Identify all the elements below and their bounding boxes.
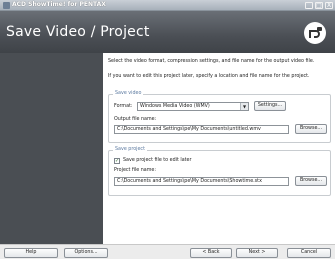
chevron-down-icon[interactable]: ▼ (240, 103, 248, 110)
maximize-button[interactable]: □ (315, 2, 323, 9)
save-video-legend: Save video (113, 91, 144, 96)
save-project-checkbox[interactable]: ✓ (114, 158, 120, 164)
intro-text-1: Select the video format, compression set… (108, 59, 315, 64)
minimize-button[interactable]: _ (305, 2, 313, 9)
format-select[interactable]: Windows Media Video (WMV) ▼ (137, 102, 249, 111)
left-panel (0, 53, 103, 244)
page-title: Save Video / Project (6, 24, 150, 40)
project-browse-button[interactable]: Browse... (295, 176, 327, 186)
next-button[interactable]: Next > (236, 248, 278, 258)
help-button[interactable]: Help (4, 248, 58, 258)
app-icon (3, 2, 10, 9)
save-project-group: Save project ✓ Save project file to edit… (108, 147, 331, 196)
output-file-field[interactable]: C:\Documents and Settings\pe\My Document… (114, 125, 289, 134)
options-button[interactable]: Options... (64, 248, 108, 258)
close-button[interactable]: X (325, 2, 333, 9)
format-value: Windows Media Video (WMV) (140, 104, 210, 109)
project-file-label: Project file name: (114, 168, 156, 173)
save-project-legend: Save project (113, 147, 147, 152)
output-file-label: Output file name: (114, 117, 157, 122)
content-area: Select the video format, compression set… (103, 53, 335, 244)
window-title: ACD ShowTime! for PENTAX (12, 1, 106, 8)
intro-text-2: If you want to edit this project later, … (108, 74, 310, 79)
bottom-button-bar: Help Options... < Back Next > Cancel (0, 244, 335, 259)
save-video-group: Save video Format: Windows Media Video (… (108, 91, 331, 143)
back-button[interactable]: < Back (190, 248, 232, 258)
project-file-field[interactable]: C:\Documents and Settings\pe\My Document… (114, 177, 289, 186)
page-header: Save Video / Project (0, 11, 335, 53)
window-title-bar: ACD ShowTime! for PENTAX _ □ X (0, 0, 335, 11)
pentax-logo-icon (304, 22, 326, 44)
save-project-checkbox-label: Save project file to edit later (123, 158, 192, 163)
output-browse-button[interactable]: Browse... (295, 124, 327, 134)
cancel-button[interactable]: Cancel (287, 248, 331, 258)
format-label: Format: (114, 104, 133, 109)
settings-button[interactable]: Settings... (254, 101, 286, 111)
